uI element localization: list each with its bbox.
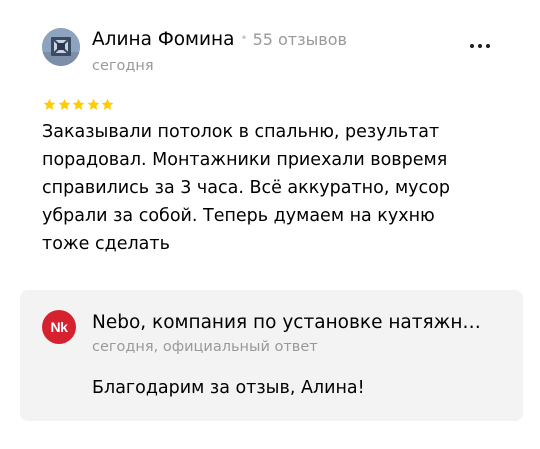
star-icon [87,98,99,110]
author-review-count: 55 отзывов [252,30,347,49]
business-name[interactable]: Nebo, компания по установке натяжн… [92,312,496,333]
star-icon [58,98,70,110]
star-icon [72,98,85,110]
review-text: Заказывали потолок в спальню, результат … [42,122,450,254]
separator-dot: • [240,31,248,45]
more-horizontal-icon [470,44,474,48]
more-horizontal-icon [486,44,490,48]
review-date: сегодня [92,58,154,74]
response-text: Благодарим за отзыв, Алина! [92,378,365,398]
star-icon [43,98,56,110]
rating-stars [43,98,114,111]
business-response: Nk Nebo, компания по установке натяжн… с… [20,290,523,421]
author-line: Алина Фомина • 55 отзывов [92,29,347,55]
more-horizontal-icon [478,44,482,48]
author-avatar[interactable] [42,28,80,66]
more-options-button[interactable] [462,36,498,56]
author-name[interactable]: Алина Фомина [92,29,234,50]
response-meta: сегодня, официальный ответ [92,339,318,355]
avatar-image [42,28,80,66]
star-icon [101,98,114,110]
business-logo[interactable]: Nk [42,310,76,344]
review-card: Алина Фомина • 55 отзывов сегодня Заказыва… [0,0,540,449]
